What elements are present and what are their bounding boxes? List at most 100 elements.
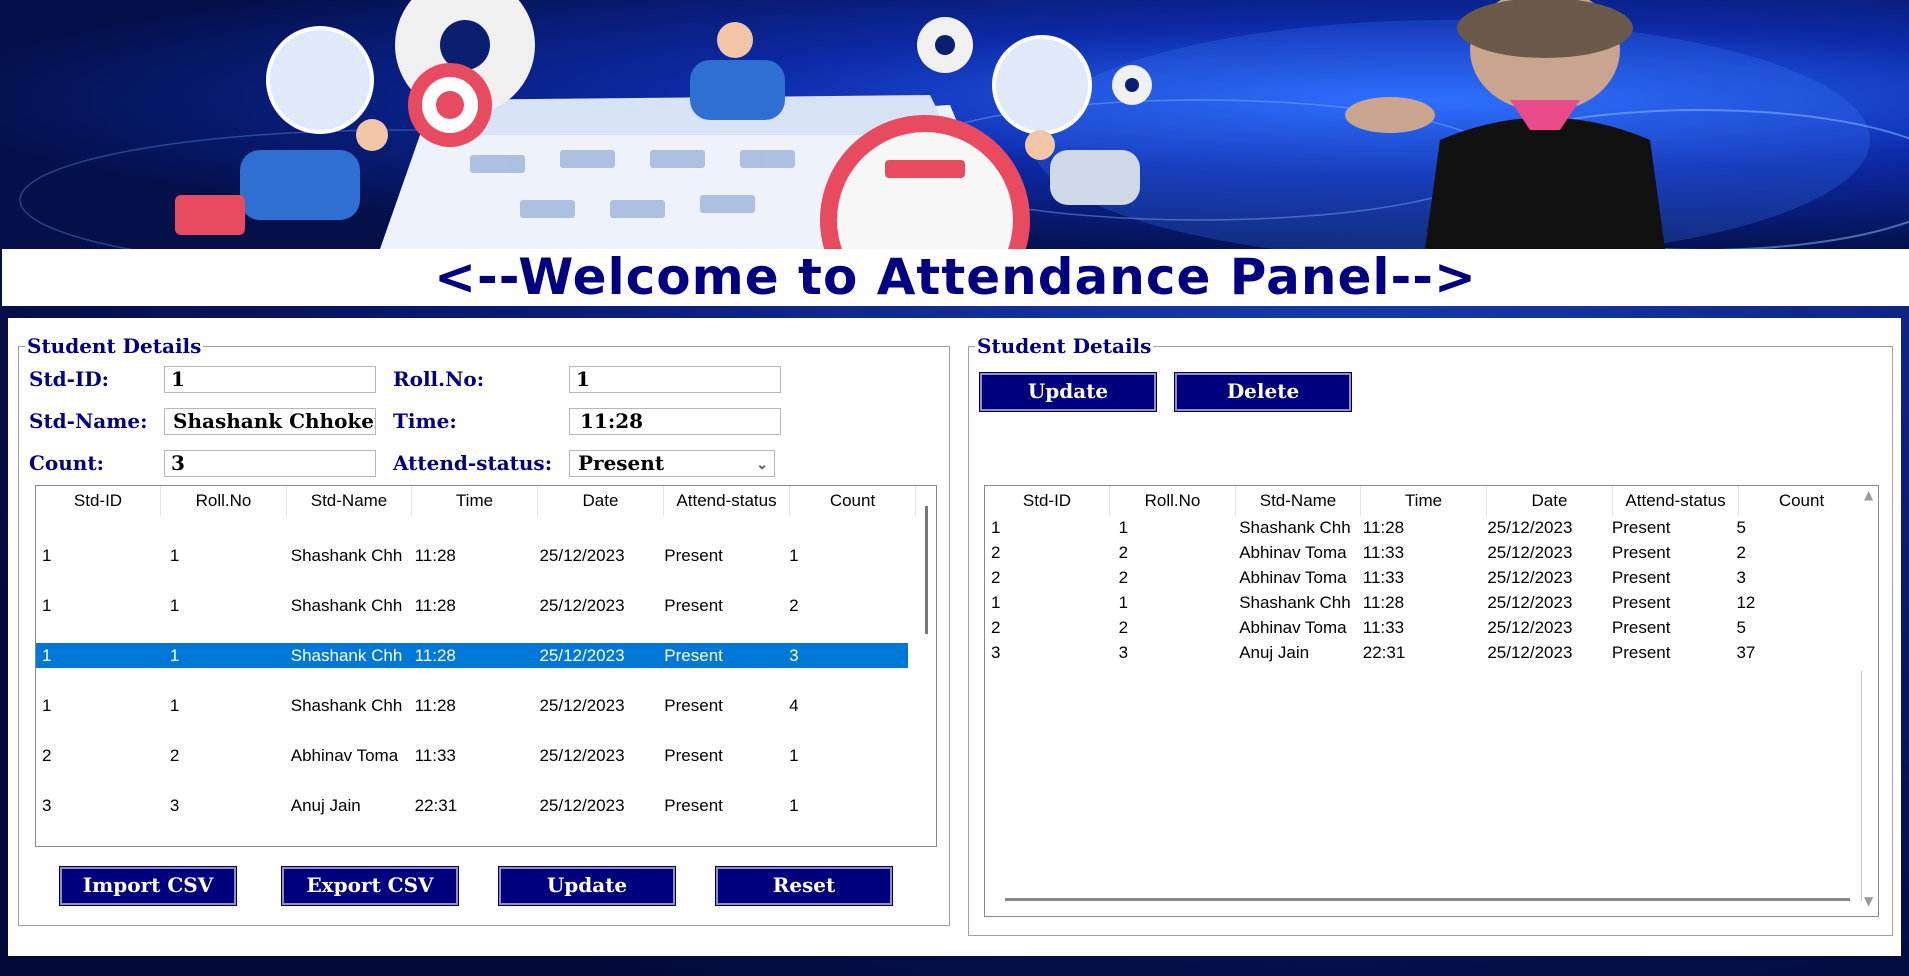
table-row[interactable]: 1 1 Shashank Chh 11:28 25/12/2023 Present 3	[36, 643, 908, 668]
update-button-left[interactable]: Update	[498, 866, 676, 906]
std-name-label: Std-Name:	[29, 409, 148, 433]
header-banner-illustration	[0, 0, 1909, 249]
column-header[interactable]: Std-ID	[985, 486, 1110, 516]
scroll-down-icon[interactable]: ▼	[1864, 894, 1873, 908]
table-cell: 1	[991, 593, 1001, 612]
table-cell: 25/12/2023	[539, 546, 625, 565]
table-cell: Anuj Jain	[1239, 643, 1310, 662]
roll-no-field[interactable]: 1	[569, 366, 781, 393]
table-header: Std-ID Roll.No Std-Name Time Date Attend-stat…	[36, 486, 916, 516]
table-cell: 2	[991, 543, 1001, 562]
column-header[interactable]: Date	[1487, 486, 1613, 516]
table-cell: 2	[789, 596, 799, 615]
time-field[interactable]: 11:28	[569, 408, 781, 435]
table-cell: Anuj Jain	[290, 796, 361, 815]
attend-status-select[interactable]: Present ⌄	[569, 450, 775, 477]
table-row[interactable]: 1 1 Shashank Chh 11:28 25/12/2023 Present 4	[36, 693, 908, 718]
table-row[interactable]: 3 3 Anuj Jain 22:31 25/12/2023 Present 1	[36, 793, 908, 818]
page-title: <--Welcome to Attendance Panel-->	[2, 249, 1909, 306]
table-row[interactable]: 1 1 Shashank Chh 11:28 25/12/2023 Present 1	[36, 543, 908, 568]
table-cell: 4	[789, 696, 799, 715]
table-cell: 22:31	[1362, 643, 1406, 662]
table-row[interactable]: 1 1 Shashank Chh 11:28 25/12/2023 Present 5	[985, 515, 1855, 540]
table-row[interactable]: 3 3 Anuj Jain 22:31 25/12/2023 Present 37	[985, 640, 1855, 665]
table-cell: 11:33	[414, 746, 456, 765]
table-cell: Shashank Chh	[290, 596, 403, 615]
column-header[interactable]: Attend-status	[1613, 486, 1739, 516]
reset-button[interactable]: Reset	[715, 866, 893, 906]
export-csv-button[interactable]: Export CSV	[281, 866, 459, 906]
table-cell: Abhinav Toma	[1239, 618, 1347, 637]
count-field[interactable]: 3	[164, 450, 376, 477]
table-cell: Present	[664, 646, 723, 665]
column-header[interactable]: Std-ID	[36, 486, 161, 516]
table-cell: Present	[1611, 568, 1671, 587]
table-cell: Abhinav Toma	[1239, 568, 1347, 587]
table-row[interactable]: 1 1 Shashank Chh 11:28 25/12/2023 Present 12	[985, 590, 1855, 615]
table-cell: 3	[1118, 643, 1129, 662]
column-header[interactable]: Std-Name	[1236, 486, 1361, 516]
table-row[interactable]: 2 2 Abhinav Toma 11:33 25/12/2023 Present 2	[985, 540, 1855, 565]
table-cell: Shashank Chh	[290, 696, 403, 715]
column-header[interactable]: Attend-status	[664, 486, 790, 516]
table-cell: 1	[789, 746, 799, 765]
table-cell: Abhinav Toma	[1239, 543, 1347, 562]
table-cell: 1	[169, 646, 180, 665]
table-cell: 1	[789, 546, 799, 565]
delete-button[interactable]: Delete	[1174, 372, 1352, 412]
table-cell: 1	[169, 596, 180, 615]
column-header[interactable]: Time	[1361, 486, 1487, 516]
vertical-scrollbar-right[interactable]: ▲ ▼	[1861, 486, 1878, 916]
table-cell: 3	[789, 646, 799, 665]
table-cell: 25/12/2023	[1487, 643, 1573, 662]
scrollbar-thumb[interactable]	[925, 506, 928, 634]
table-cell: 2	[991, 568, 1001, 587]
table-cell: 1	[42, 696, 52, 715]
attend-status-label: Attend-status:	[393, 451, 553, 475]
table-cell: 37	[1736, 643, 1756, 662]
horizontal-scrollbar[interactable]	[1005, 898, 1850, 901]
table-header-right: Std-ID Roll.No Std-Name Time Date Attend-stat…	[985, 486, 1865, 516]
column-header[interactable]: Roll.No	[1110, 486, 1236, 516]
table-cell: 25/12/2023	[1487, 518, 1573, 537]
table-cell: 11:33	[1362, 543, 1405, 562]
table-cell: 22:31	[414, 796, 458, 815]
column-header[interactable]: Std-Name	[287, 486, 412, 516]
column-header[interactable]: Roll.No	[161, 486, 287, 516]
table-row[interactable]: 1 1 Shashank Chh 11:28 25/12/2023 Present 2	[36, 593, 908, 618]
table-cell: 11:28	[414, 646, 456, 665]
attendance-table-right[interactable]: Std-ID Roll.No Std-Name Time Date Attend-stat…	[984, 485, 1879, 917]
table-cell: 1	[169, 696, 180, 715]
table-row[interactable]: 2 2 Abhinav Toma 11:33 25/12/2023 Present 3	[985, 565, 1855, 590]
table-cell: 2	[1736, 543, 1746, 562]
table-cell: Shashank Chh	[290, 646, 403, 665]
column-header[interactable]: Date	[538, 486, 664, 516]
vertical-scrollbar[interactable]	[918, 486, 935, 846]
table-cell: 11:28	[414, 546, 456, 565]
table-cell: Present	[664, 796, 723, 815]
table-cell: 1	[42, 646, 52, 665]
table-cell: 5	[1736, 518, 1746, 537]
main-panel: Student Details Std-ID: 1 Roll.No: 1 Std…	[8, 318, 1901, 956]
time-label: Time:	[393, 409, 457, 433]
update-button-right[interactable]: Update	[979, 372, 1157, 412]
scroll-up-icon[interactable]: ▲	[1864, 488, 1873, 502]
table-cell: Present	[1611, 643, 1671, 662]
table-cell: 1	[169, 546, 180, 565]
std-name-field[interactable]: Shashank Chhoker	[164, 408, 376, 435]
std-id-field[interactable]: 1	[164, 366, 376, 393]
table-cell: 5	[1736, 618, 1746, 637]
import-csv-button[interactable]: Import CSV	[59, 866, 237, 906]
column-header[interactable]: Count	[790, 486, 916, 516]
table-cell: 11:28	[1362, 518, 1405, 537]
table-cell: Present	[1611, 518, 1671, 537]
table-cell: 3	[991, 643, 1001, 662]
table-row[interactable]: 2 2 Abhinav Toma 11:33 25/12/2023 Present 1	[36, 743, 908, 768]
table-cell: 1	[1118, 518, 1129, 537]
scrollbar-track	[1861, 671, 1862, 901]
table-cell: Present	[1611, 593, 1671, 612]
column-header[interactable]: Count	[1739, 486, 1865, 516]
column-header[interactable]: Time	[412, 486, 538, 516]
attendance-table-left[interactable]: Std-ID Roll.No Std-Name Time Date Attend-stat…	[35, 485, 937, 847]
table-row[interactable]: 2 2 Abhinav Toma 11:33 25/12/2023 Present 5	[985, 615, 1855, 640]
